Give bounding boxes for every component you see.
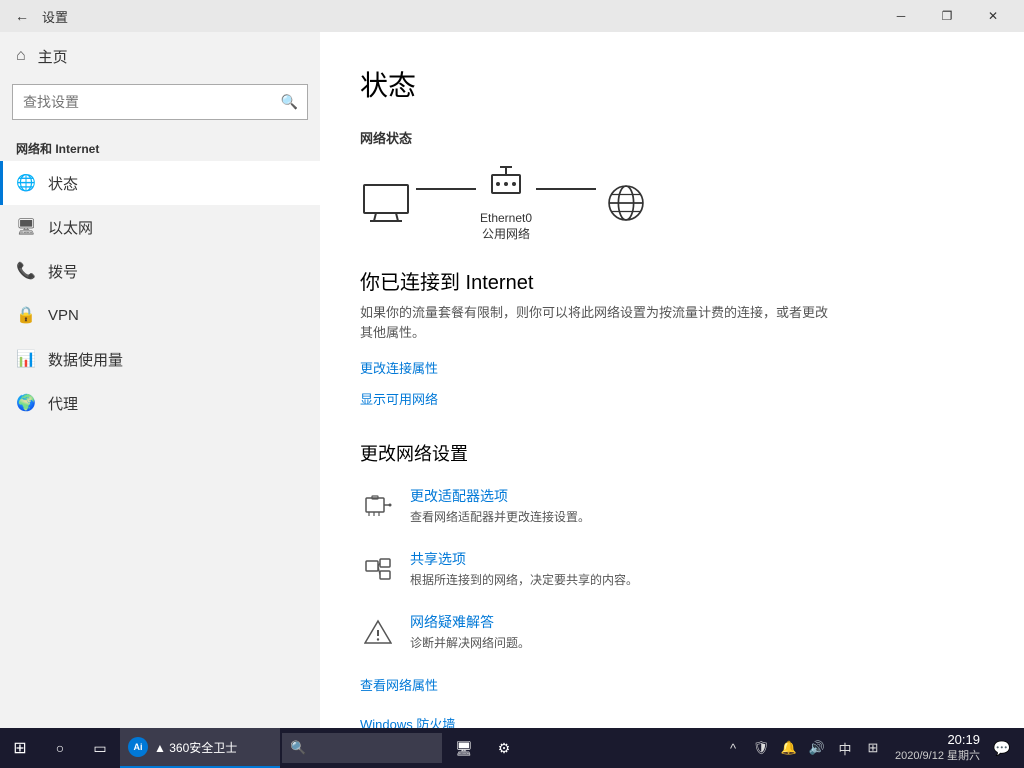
- system-tray: ^ 🛡 🔔 🔊 中 ⊞ 20:19 2020/9/12 星期六 💬: [719, 728, 1024, 768]
- vpn-icon: 🔒: [16, 305, 36, 325]
- task-view-icon: ▭: [93, 740, 106, 757]
- connected-desc: 如果你的流量套餐有限制，则你可以将此网络设置为按流量计费的连接，或者更改其他属性…: [360, 303, 840, 342]
- clock-time: 20:19: [947, 732, 980, 749]
- connected-title: 你已连接到 Internet: [360, 266, 984, 295]
- sidebar-item-proxy[interactable]: 🌍 代理: [0, 381, 320, 425]
- change-network-settings-title: 更改网络设置: [360, 440, 984, 466]
- search-circle-icon: ○: [56, 740, 64, 756]
- main-area: ⌂ 主页 🔍 网络和 Internet 🌐 状态 🖥 以太网 📞 拨号 🔒 VP…: [0, 32, 1024, 728]
- adapter-text: 更改适配器选项 查看网络适配器并更改连接设置。: [410, 486, 590, 525]
- minimize-button[interactable]: ─: [878, 0, 924, 32]
- restore-button[interactable]: ❐: [924, 0, 970, 32]
- troubleshoot-icon: [360, 614, 396, 650]
- sharing-desc: 根据所连接到的网络，决定要共享的内容。: [410, 571, 638, 588]
- task-view-button[interactable]: ▭: [80, 728, 120, 768]
- sharing-title[interactable]: 共享选项: [410, 549, 638, 569]
- sidebar-home[interactable]: ⌂ 主页: [0, 32, 320, 80]
- adapter-icon: [360, 488, 396, 524]
- titlebar: ← 设置 ─ ❐ ✕: [0, 0, 1024, 32]
- taskbar-settings-icon[interactable]: ⚙: [484, 728, 524, 768]
- pc-icon: [360, 181, 412, 225]
- tray-volume-icon[interactable]: 🔊: [803, 728, 831, 768]
- dialup-icon: 📞: [16, 261, 36, 281]
- troubleshoot-setting: 网络疑难解答 诊断并解决网络问题。: [360, 612, 984, 651]
- sidebar-search-container: 🔍: [12, 84, 308, 120]
- taskbar: ⊞ ○ ▭ Ai ▲ 360安全卫士 🔍 🖥 ⚙ ^ 🛡 🔔 🔊 中 ⊞ 20:…: [0, 728, 1024, 768]
- notification-button[interactable]: 💬: [988, 728, 1016, 768]
- sidebar-section-title: 网络和 Internet: [0, 132, 320, 161]
- tray-expand-icon[interactable]: ^: [719, 728, 747, 768]
- close-button[interactable]: ✕: [970, 0, 1016, 32]
- sidebar-item-ethernet[interactable]: 🖥 以太网: [0, 205, 320, 249]
- troubleshoot-title[interactable]: 网络疑难解答: [410, 612, 530, 632]
- show-networks-link[interactable]: 显示可用网络: [360, 389, 438, 408]
- ethernet-icon: 🖥: [16, 217, 36, 237]
- sidebar-item-vpn[interactable]: 🔒 VPN: [0, 293, 320, 337]
- troubleshoot-text: 网络疑难解答 诊断并解决网络问题。: [410, 612, 530, 651]
- adapter-setting: 更改适配器选项 查看网络适配器并更改连接设置。: [360, 486, 984, 525]
- window-controls: ─ ❐ ✕: [878, 0, 1016, 32]
- adapter-desc: 查看网络适配器并更改连接设置。: [410, 508, 590, 525]
- taskbar-app-360[interactable]: Ai ▲ 360安全卫士: [120, 728, 280, 768]
- home-icon: ⌂: [16, 47, 26, 65]
- sidebar-item-data-usage[interactable]: 📊 数据使用量: [0, 337, 320, 381]
- sharing-icon: [360, 551, 396, 587]
- network-status-title: 网络状态: [360, 128, 984, 147]
- line2: [536, 188, 596, 190]
- globe-icon: [600, 181, 652, 225]
- network-props-link[interactable]: 查看网络属性: [360, 675, 438, 694]
- firewall-link[interactable]: Windows 防火墙: [360, 714, 455, 728]
- titlebar-title: 设置: [42, 7, 68, 26]
- taskbar-search-box[interactable]: 🔍: [282, 733, 442, 763]
- network-tray-icon: 🖥: [455, 740, 473, 757]
- app-360-icon: Ai: [128, 737, 148, 757]
- content-area: 状态 网络状态: [320, 32, 1024, 728]
- sidebar-item-dialup[interactable]: 📞 拨号: [0, 249, 320, 293]
- network-diagram: Ethernet0 公用网络: [360, 163, 984, 242]
- adapter-title[interactable]: 更改适配器选项: [410, 486, 590, 506]
- start-button[interactable]: ⊞: [0, 728, 40, 768]
- sidebar-item-status[interactable]: 🌐 状态: [0, 161, 320, 205]
- troubleshoot-desc: 诊断并解决网络问题。: [410, 634, 530, 651]
- start-icon: ⊞: [13, 738, 26, 758]
- search-button[interactable]: ○: [40, 728, 80, 768]
- tray-bell-icon[interactable]: 🔔: [775, 728, 803, 768]
- router-icon: Ethernet0 公用网络: [480, 163, 532, 242]
- taskbar-app-label: ▲ 360安全卫士: [154, 739, 237, 756]
- search-icon: 🔍: [281, 94, 298, 111]
- change-properties-link[interactable]: 更改连接属性: [360, 358, 438, 377]
- settings-icon: ⚙: [498, 740, 511, 757]
- sharing-text: 共享选项 根据所连接到的网络，决定要共享的内容。: [410, 549, 638, 588]
- taskbar-network-icon[interactable]: 🖥: [444, 728, 484, 768]
- sidebar: ⌂ 主页 🔍 网络和 Internet 🌐 状态 🖥 以太网 📞 拨号 🔒 VP…: [0, 32, 320, 728]
- status-icon: 🌐: [16, 173, 36, 193]
- sharing-setting: 共享选项 根据所连接到的网络，决定要共享的内容。: [360, 549, 984, 588]
- tray-clock[interactable]: 20:19 2020/9/12 星期六: [887, 728, 988, 768]
- tray-shield-icon[interactable]: 🛡: [747, 728, 775, 768]
- line1: [416, 188, 476, 190]
- sidebar-home-label: 主页: [38, 46, 68, 67]
- page-title: 状态: [360, 64, 984, 104]
- proxy-icon: 🌍: [16, 393, 36, 413]
- clock-date: 2020/9/12 星期六: [895, 749, 980, 763]
- taskbar-search-icon: 🔍: [290, 740, 306, 756]
- ethernet-label: Ethernet0 公用网络: [480, 211, 532, 242]
- tray-ime-icon[interactable]: 中: [831, 728, 859, 768]
- tray-grid-icon[interactable]: ⊞: [859, 728, 887, 768]
- back-button[interactable]: ←: [8, 2, 36, 30]
- data-icon: 📊: [16, 349, 36, 369]
- search-input[interactable]: [12, 84, 308, 120]
